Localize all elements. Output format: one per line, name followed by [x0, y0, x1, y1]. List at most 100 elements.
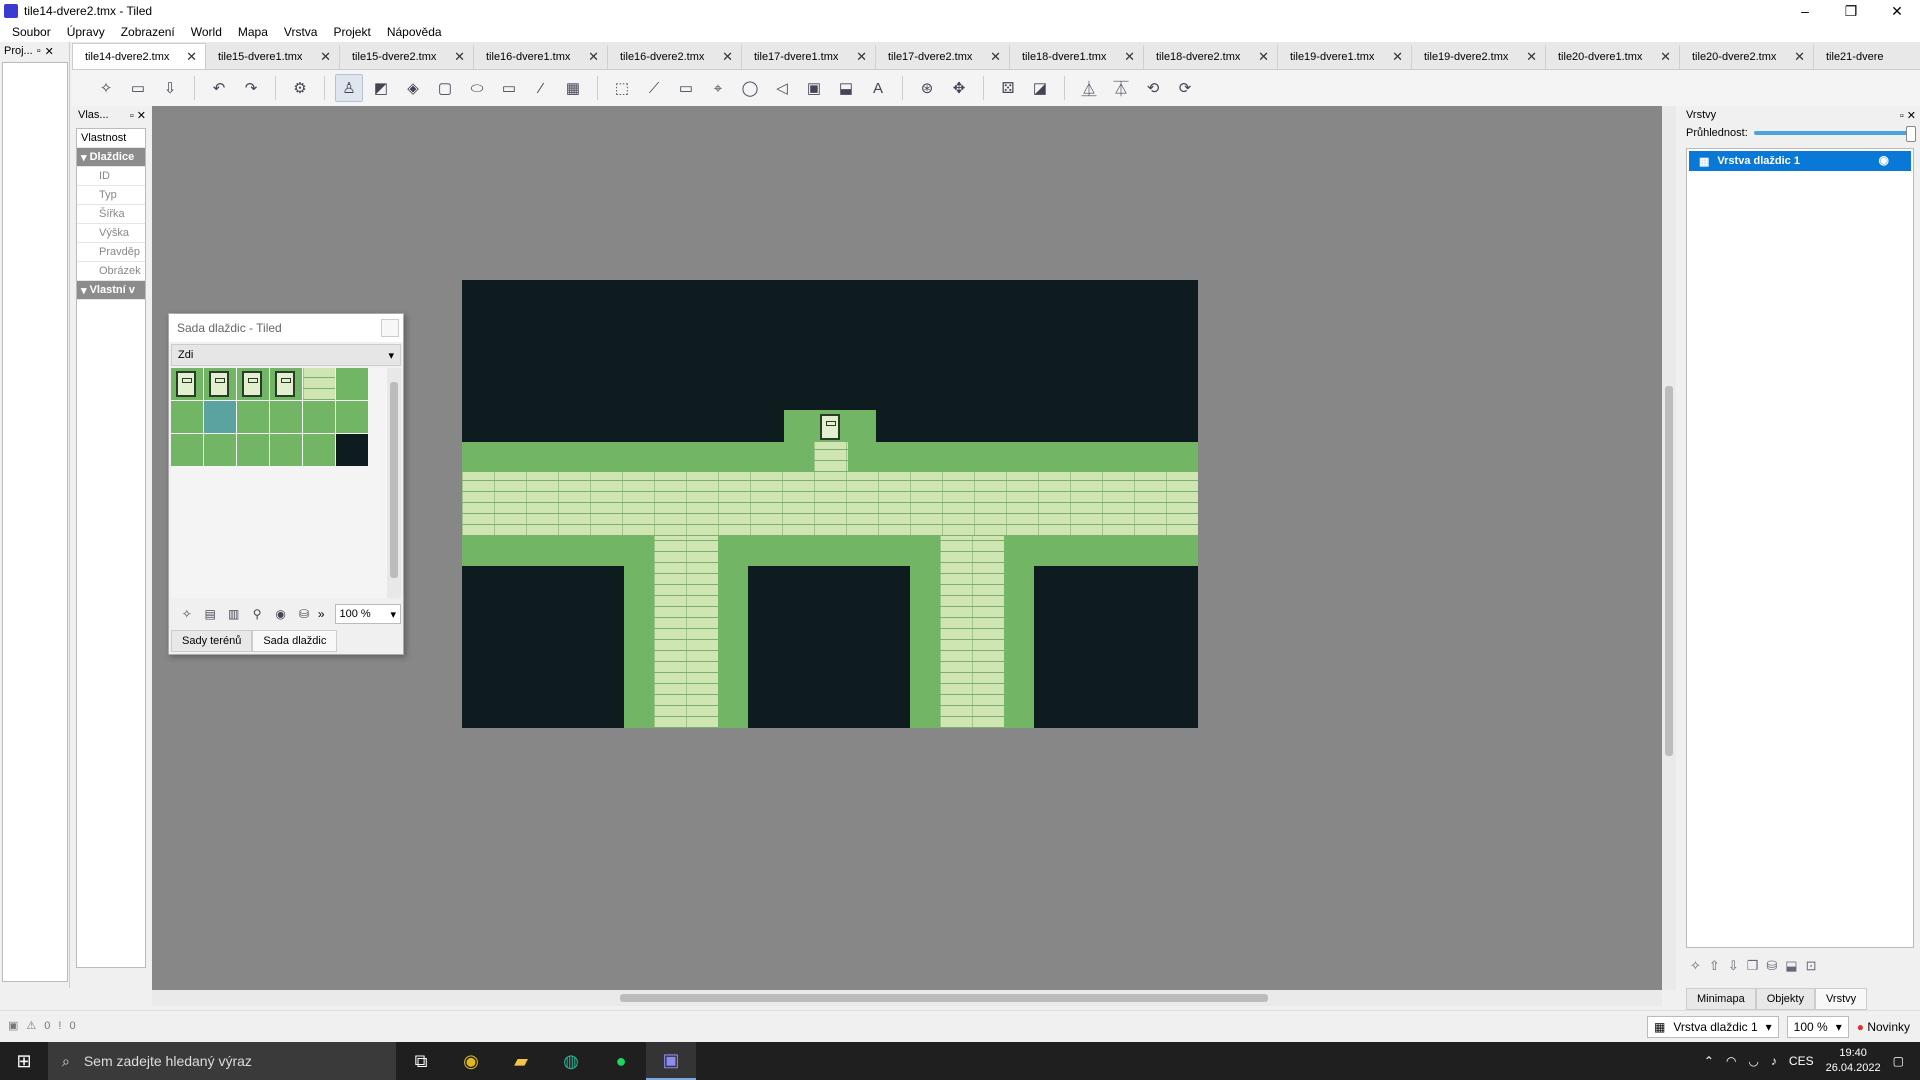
chrome-icon[interactable]: ◉ [446, 1042, 496, 1080]
new-file-icon[interactable]: ✧ [92, 74, 120, 102]
layer-select[interactable]: ▦ Vrstva dlaždic 1 ▾ [1647, 1016, 1779, 1038]
float-icon[interactable]: ▫ [37, 45, 41, 57]
menu-mapa[interactable]: Mapa [230, 25, 276, 39]
tile[interactable] [204, 401, 236, 433]
terrain-brush-icon[interactable]: ◩ [367, 74, 395, 102]
random-icon[interactable]: ◉ [271, 604, 290, 624]
tile[interactable] [270, 401, 302, 433]
tile[interactable] [237, 401, 269, 433]
tab-tilesets[interactable]: Sada dlaždic [252, 630, 338, 652]
scroll-thumb[interactable] [390, 382, 398, 578]
property-height[interactable]: Výška [77, 224, 145, 243]
close-icon[interactable]: ✕ [1124, 49, 1135, 65]
more-icon[interactable]: » [318, 607, 325, 621]
insert-text-icon[interactable]: A [864, 74, 892, 102]
tab-tile19-dvere2[interactable]: tile19-dvere2.tmx ✕ [1412, 45, 1546, 69]
tab-layers[interactable]: Vrstvy [1814, 988, 1868, 1010]
close-icon[interactable]: ✕ [186, 49, 197, 65]
menu-napoveda[interactable]: Nápověda [379, 25, 450, 39]
group-custom[interactable]: ▾ Vlastní v [77, 281, 145, 300]
undo-icon[interactable]: ↶ [205, 74, 233, 102]
task-view-icon[interactable]: ⧉ [396, 1042, 446, 1080]
close-icon[interactable]: ✕ [722, 49, 733, 65]
flip-horizontal-icon[interactable]: ⏅ [1075, 74, 1103, 102]
language-indicator[interactable]: CES [1789, 1054, 1814, 1068]
notifications-icon[interactable]: ▢ [1893, 1054, 1904, 1068]
property-type[interactable]: Typ [77, 186, 145, 205]
float-icon[interactable]: ▫ [130, 110, 134, 122]
tile-map[interactable] [462, 280, 1198, 728]
console-icon[interactable]: ▣ [8, 1019, 18, 1032]
rotate-left-icon[interactable]: ⟲ [1139, 74, 1167, 102]
stamp-brush-icon[interactable]: ♙ [335, 74, 363, 102]
tileset-select[interactable]: Zdi ▾ [171, 344, 401, 366]
export-tileset-icon[interactable]: ▥ [224, 604, 243, 624]
delete-tileset-icon[interactable]: ⛁ [294, 604, 313, 624]
menu-soubor[interactable]: Soubor [4, 25, 59, 39]
scroll-thumb[interactable] [620, 994, 1268, 1002]
new-layer-icon[interactable]: ✧ [1690, 958, 1701, 974]
tile[interactable] [171, 368, 203, 400]
edit-tileset-icon[interactable]: ⚲ [247, 604, 266, 624]
random-mode-icon[interactable]: ⚄ [994, 74, 1022, 102]
tile[interactable] [270, 368, 302, 400]
close-button[interactable] [381, 319, 399, 337]
merge-layer-icon[interactable]: ⬓ [1785, 958, 1797, 974]
tile[interactable] [303, 368, 335, 400]
insert-rectangle-icon[interactable]: ▭ [672, 74, 700, 102]
property-width[interactable]: Šířka [77, 205, 145, 224]
insert-tile-icon[interactable]: ▣ [800, 74, 828, 102]
network-icon[interactable]: ◠ [1726, 1054, 1736, 1068]
wang-fill-icon[interactable]: ◪ [1026, 74, 1054, 102]
tile[interactable] [204, 368, 236, 400]
canvas-horizontal-scrollbar[interactable] [152, 990, 1662, 1006]
close-icon[interactable]: ✕ [1526, 49, 1537, 65]
tab-minimap[interactable]: Minimapa [1686, 988, 1756, 1010]
tile[interactable] [171, 401, 203, 433]
menu-upravy[interactable]: Úpravy [59, 25, 113, 39]
maximize-button[interactable]: ❐ [1828, 0, 1874, 22]
property-image[interactable]: Obrázek [77, 262, 145, 281]
warning-icon[interactable]: ⚠ [26, 1019, 36, 1032]
news-button[interactable]: ● Novinky [1857, 1020, 1910, 1034]
tab-tile15-dvere1[interactable]: tile15-dvere1.tmx ✕ [206, 45, 340, 69]
tab-tile20-dvere1[interactable]: tile20-dvere1.tmx ✕ [1546, 45, 1680, 69]
opacity-slider[interactable] [1753, 126, 1916, 142]
tab-tile14-dvere2[interactable]: tile14-dvere2.tmx ✕ [72, 43, 206, 69]
world-tool-icon[interactable]: ⊛ [913, 74, 941, 102]
clock[interactable]: 19:40 26.04.2022 [1826, 1046, 1881, 1076]
close-icon[interactable]: ✕ [856, 49, 867, 65]
duplicate-layer-icon[interactable]: ❐ [1747, 958, 1759, 974]
eraser-icon[interactable]: ⬭ [463, 74, 491, 102]
tab-tile19-dvere1[interactable]: tile19-dvere1.tmx ✕ [1278, 45, 1412, 69]
lock-icon[interactable]: ⊡ [1806, 958, 1817, 974]
close-icon[interactable]: ✕ [137, 110, 146, 122]
tab-tile18-dvere2[interactable]: tile18-dvere2.tmx ✕ [1144, 45, 1278, 69]
zoom-select[interactable]: 100 % ▾ [1786, 1016, 1849, 1038]
close-button[interactable]: ✕ [1874, 0, 1920, 22]
insert-polygon-icon[interactable]: ◁ [768, 74, 796, 102]
menu-world[interactable]: World [183, 25, 230, 39]
close-icon[interactable]: ✕ [320, 49, 331, 65]
save-icon[interactable]: ⇩ [156, 74, 184, 102]
tab-tile18-dvere1[interactable]: tile18-dvere1.tmx ✕ [1010, 45, 1144, 69]
select-same-tile-icon[interactable]: ▦ [559, 74, 587, 102]
insert-template-icon[interactable]: ⬓ [832, 74, 860, 102]
menu-zobrazeni[interactable]: Zobrazení [113, 25, 183, 39]
close-icon[interactable]: ✕ [1660, 49, 1671, 65]
minimize-button[interactable]: – [1782, 0, 1828, 22]
redo-icon[interactable]: ↷ [237, 74, 265, 102]
tile[interactable] [303, 434, 335, 466]
bucket-fill-icon[interactable]: ▢ [431, 74, 459, 102]
tab-terrain-sets[interactable]: Sady terénů [171, 630, 253, 652]
new-tileset-icon[interactable]: ✧ [177, 604, 196, 624]
layer-row[interactable]: ▦ Vrstva dlaždic 1 ◉ [1689, 151, 1911, 171]
select-objects-icon[interactable]: ⬚ [608, 74, 636, 102]
lower-layer-icon[interactable]: ⇩ [1728, 958, 1739, 974]
tab-tile16-dvere1[interactable]: tile16-dvere1.tmx ✕ [474, 45, 608, 69]
tile[interactable] [336, 401, 368, 433]
taskbar-search[interactable]: ⌕ Sem zadejte hledaný výraz [48, 1042, 396, 1080]
tile[interactable] [303, 401, 335, 433]
delete-layer-icon[interactable]: ⛁ [1766, 958, 1777, 974]
close-icon[interactable]: ✕ [1258, 49, 1269, 65]
